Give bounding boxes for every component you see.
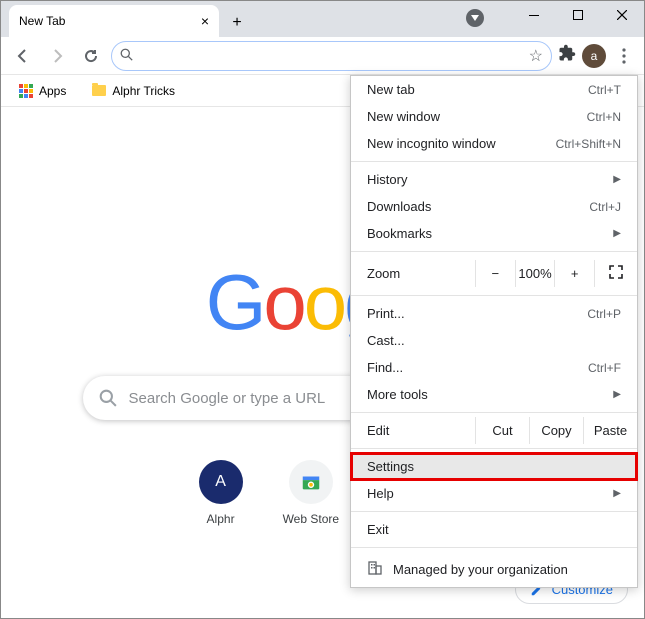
maximize-button[interactable] [556,1,600,29]
menu-separator [351,448,637,449]
bookmark-star-icon[interactable]: ☆ [529,46,543,66]
fullscreen-button[interactable] [595,265,637,282]
forward-button[interactable] [43,42,71,70]
profile-dropdown-icon[interactable] [466,9,484,27]
fullscreen-icon [609,265,623,279]
bookmark-folder-label: Alphr Tricks [112,84,175,98]
menu-separator [351,511,637,512]
apps-shortcut[interactable]: Apps [13,80,72,102]
title-bar: New Tab × + [1,1,644,37]
close-tab-icon[interactable]: × [201,13,209,29]
menu-new-window[interactable]: New windowCtrl+N [351,103,637,130]
menu-separator [351,412,637,413]
chrome-menu: New tabCtrl+T New windowCtrl+N New incog… [350,75,638,588]
bookmark-folder[interactable]: Alphr Tricks [86,80,181,102]
search-icon [120,48,133,64]
shortcut-icon [289,460,333,504]
menu-zoom-row: Zoom − 100% + [351,256,637,291]
reload-button[interactable] [77,42,105,70]
window-controls [512,1,644,29]
managed-label: Managed by your organization [393,562,568,577]
apps-label: Apps [39,84,66,98]
chevron-right-icon: ▶ [613,228,621,239]
menu-edit-row: Edit Cut Copy Paste [351,417,637,444]
zoom-in-button[interactable]: + [555,260,595,287]
menu-history[interactable]: History▶ [351,166,637,193]
cut-button[interactable]: Cut [475,417,529,444]
shortcut-webstore[interactable]: Web Store [283,460,339,526]
shortcut-label: Web Store [283,512,339,526]
chevron-right-icon: ▶ [613,389,621,400]
zoom-value: 100% [516,260,556,287]
menu-incognito[interactable]: New incognito windowCtrl+Shift+N [351,130,637,157]
zoom-label: Zoom [367,266,475,281]
paste-button[interactable]: Paste [583,417,637,444]
chevron-right-icon: ▶ [613,488,621,499]
menu-exit[interactable]: Exit [351,516,637,543]
apps-icon [19,84,33,98]
tab-title: New Tab [19,14,65,28]
menu-help[interactable]: Help▶ [351,480,637,507]
menu-downloads[interactable]: DownloadsCtrl+J [351,193,637,220]
close-window-button[interactable] [600,1,644,29]
toolbar: ☆ a [1,37,644,75]
profile-avatar[interactable]: a [582,44,606,68]
search-icon [99,389,117,407]
shortcut-icon: A [199,460,243,504]
menu-print[interactable]: Print...Ctrl+P [351,300,637,327]
avatar-letter: a [591,49,598,63]
menu-find[interactable]: Find...Ctrl+F [351,354,637,381]
back-button[interactable] [9,42,37,70]
menu-bookmarks[interactable]: Bookmarks▶ [351,220,637,247]
folder-icon [92,85,106,96]
shortcut-alphr[interactable]: A Alphr [199,460,243,526]
zoom-out-button[interactable]: − [476,260,516,287]
menu-cast[interactable]: Cast... [351,327,637,354]
menu-settings[interactable]: Settings [351,453,637,480]
new-tab-button[interactable]: + [223,9,251,37]
menu-new-tab[interactable]: New tabCtrl+T [351,76,637,103]
shortcut-label: Alphr [207,512,235,526]
edit-label: Edit [351,417,475,444]
browser-tab[interactable]: New Tab × [9,5,219,37]
menu-separator [351,251,637,252]
minimize-button[interactable] [512,1,556,29]
extensions-icon[interactable] [558,44,576,67]
chevron-right-icon: ▶ [613,174,621,185]
search-placeholder: Search Google or type a URL [129,390,326,407]
organization-icon [367,560,383,579]
menu-separator [351,161,637,162]
copy-button[interactable]: Copy [529,417,583,444]
address-bar[interactable]: ☆ [111,41,552,71]
chrome-menu-button[interactable] [612,44,636,68]
url-input[interactable] [139,48,523,64]
menu-separator [351,295,637,296]
menu-more-tools[interactable]: More tools▶ [351,381,637,408]
menu-separator [351,547,637,548]
menu-managed[interactable]: Managed by your organization [351,552,637,587]
